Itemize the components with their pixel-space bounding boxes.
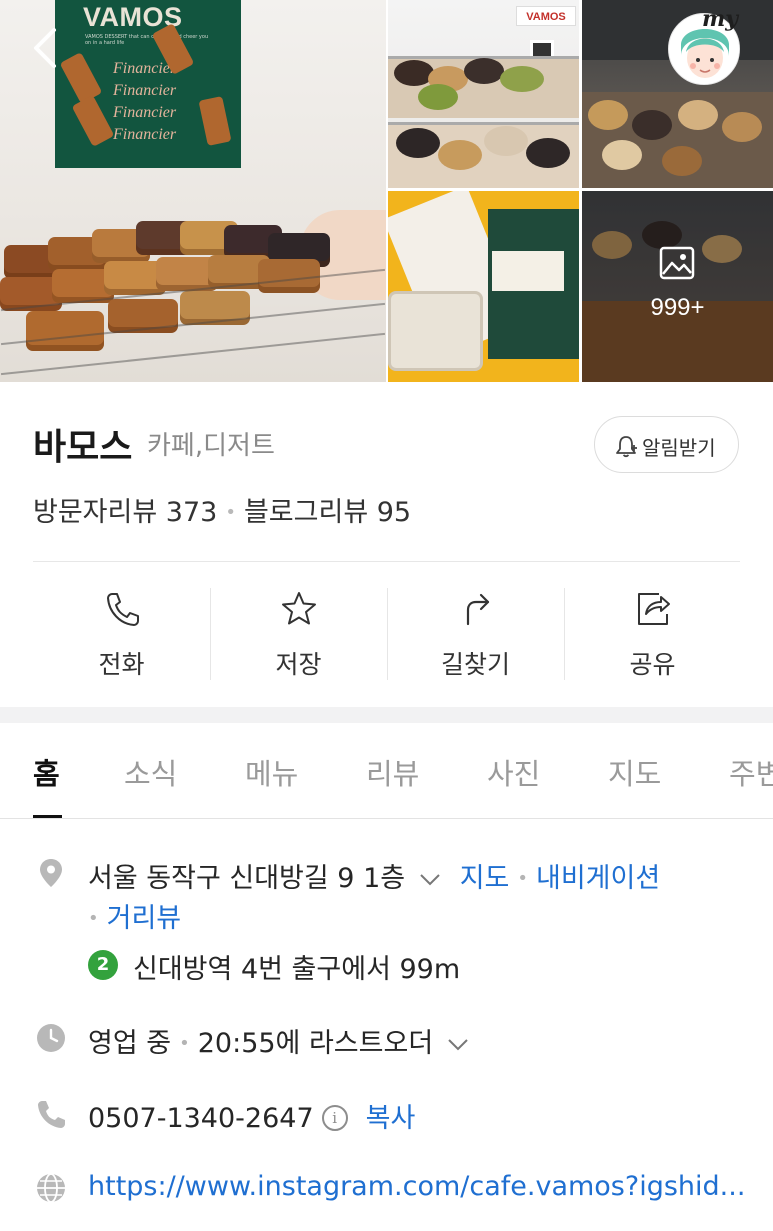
divider bbox=[33, 561, 740, 562]
globe-icon bbox=[37, 1173, 65, 1203]
street-view-link[interactable]: 거리뷰 bbox=[107, 903, 182, 934]
navigation-link[interactable]: 내비게이션 bbox=[536, 863, 660, 894]
separator-dot: • bbox=[88, 908, 99, 929]
tab-menu[interactable]: 메뉴 bbox=[245, 751, 298, 793]
address-text: 서울 동작구 신대방길 9 1층 bbox=[88, 863, 406, 894]
directions-button[interactable]: 길찾기 bbox=[387, 585, 564, 685]
phone-row: 0507-1340-2647 i 복사 bbox=[88, 1096, 415, 1135]
tab-reviews[interactable]: 리뷰 bbox=[366, 751, 419, 793]
bell-plus-icon bbox=[616, 436, 637, 458]
alert-subscribe-label: 알림받기 bbox=[642, 436, 716, 460]
image-icon bbox=[659, 246, 695, 280]
tab-bar: 홈 소식 메뉴 리뷰 사진 지도 주변 bbox=[0, 723, 773, 819]
chevron-down-icon[interactable] bbox=[419, 873, 441, 887]
poster-cake-illustration bbox=[71, 95, 115, 147]
alert-subscribe-button[interactable]: 알림받기 bbox=[594, 416, 739, 473]
call-label: 전화 bbox=[98, 650, 145, 679]
separator-dot: • bbox=[225, 502, 236, 523]
main-photo[interactable]: VAMOS VAMOS DESSERT that can comfort and… bbox=[0, 0, 386, 382]
my-badge: my bbox=[702, 6, 739, 32]
info-icon[interactable]: i bbox=[321, 1104, 348, 1131]
phone-number[interactable]: 0507-1340-2647 bbox=[88, 1103, 314, 1134]
blog-reviews-link[interactable]: 블로그리뷰 95 bbox=[244, 497, 411, 528]
tab-news[interactable]: 소식 bbox=[124, 751, 177, 793]
share-icon bbox=[638, 593, 670, 625]
more-photos-overlay[interactable] bbox=[582, 191, 773, 382]
chevron-down-icon[interactable] bbox=[447, 1038, 469, 1052]
place-name: 바모스 bbox=[33, 427, 133, 468]
poster-word: Financier bbox=[113, 104, 177, 121]
pastry-tray bbox=[0, 221, 386, 376]
subway-info: 신대방역 4번 출구에서 99m bbox=[133, 954, 461, 985]
active-tab-indicator bbox=[33, 815, 62, 818]
photo-thumb-cookies-rack[interactable]: VAMOS bbox=[388, 0, 579, 188]
star-icon bbox=[282, 592, 316, 625]
vamos-poster: VAMOS VAMOS DESSERT that can comfort and… bbox=[55, 0, 241, 168]
store-sign: VAMOS bbox=[516, 6, 576, 26]
hours-row[interactable]: 영업 중 • 20:55에 라스트오더 bbox=[88, 1021, 469, 1060]
tab-map[interactable]: 지도 bbox=[608, 751, 661, 793]
poster-subtitle: VAMOS DESSERT that can comfort and cheer… bbox=[85, 34, 209, 46]
poster-cake-illustration bbox=[198, 96, 232, 146]
separator-dot: • bbox=[179, 1033, 190, 1054]
save-button[interactable]: 저장 bbox=[210, 585, 387, 685]
photo-thumb-packaging[interactable] bbox=[388, 191, 579, 382]
share-button[interactable]: 공유 bbox=[564, 585, 741, 685]
clock-icon bbox=[37, 1024, 65, 1052]
tab-nearby[interactable]: 주변 bbox=[729, 751, 773, 793]
map-link[interactable]: 지도 bbox=[460, 863, 510, 894]
place-category: 카페,디저트 bbox=[147, 431, 275, 461]
back-arrow-icon[interactable] bbox=[30, 26, 64, 70]
address-row: 서울 동작구 신대방길 9 1층 지도 • 내비게이션 bbox=[88, 856, 660, 895]
location-pin-icon bbox=[40, 859, 62, 887]
separator-dot: • bbox=[517, 868, 528, 889]
poster-word: Financier bbox=[113, 82, 177, 99]
poster-word: Financier bbox=[113, 126, 177, 143]
directions-label: 길찾기 bbox=[440, 650, 510, 679]
phone-icon bbox=[107, 593, 139, 626]
review-summary: 방문자리뷰 373 • 블로그리뷰 95 bbox=[33, 490, 411, 529]
section-gap bbox=[0, 707, 773, 723]
save-label: 저장 bbox=[275, 650, 322, 679]
poster-cake-illustration bbox=[59, 52, 103, 104]
copy-phone-button[interactable]: 복사 bbox=[366, 1103, 416, 1134]
share-label: 공유 bbox=[629, 650, 676, 679]
subway-line-badge: 2 bbox=[88, 950, 118, 980]
hours-detail: 20:55에 라스트오더 bbox=[197, 1028, 434, 1059]
tab-photos[interactable]: 사진 bbox=[487, 751, 540, 793]
photo-gallery[interactable]: VAMOS VAMOS DESSERT that can comfort and… bbox=[0, 0, 773, 382]
tab-home[interactable]: 홈 bbox=[33, 751, 60, 793]
directions-icon bbox=[466, 593, 490, 626]
more-photos-count: 999+ bbox=[650, 294, 705, 321]
hours-status: 영업 중 bbox=[88, 1028, 172, 1059]
visitor-reviews-link[interactable]: 방문자리뷰 373 bbox=[33, 497, 217, 528]
call-button[interactable]: 전화 bbox=[33, 585, 210, 685]
phone-icon bbox=[38, 1101, 65, 1128]
website-link[interactable]: https://www.instagram.com/cafe.vamos?igs… bbox=[88, 1171, 745, 1202]
street-view-row: • 거리뷰 bbox=[88, 896, 181, 935]
